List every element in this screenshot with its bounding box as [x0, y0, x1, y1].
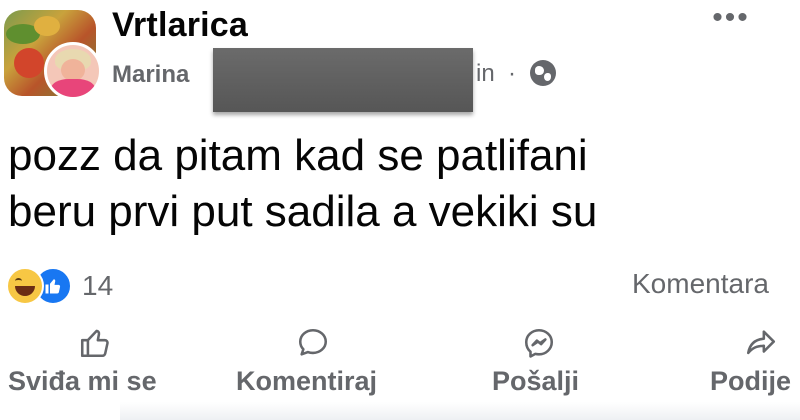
post-timestamp[interactable]: in [476, 60, 495, 88]
thumbs-up-icon [78, 326, 112, 360]
like-button[interactable]: Sviđa mi se [8, 322, 208, 402]
share-label: Podije [710, 366, 792, 396]
post-text: pozz da pitam kad se patlifani beru prvi… [8, 128, 788, 240]
post-text-line: beru prvi put sadila a vekiki su [8, 187, 598, 236]
reaction-count: 14 [82, 270, 114, 301]
tomato-shape [14, 48, 44, 78]
globe-icon [530, 60, 556, 86]
comments-count[interactable]: Komentara [632, 268, 769, 300]
comment-label: Komentiraj [236, 366, 378, 396]
user-avatar[interactable] [44, 42, 102, 100]
send-button[interactable]: Pošalji [492, 322, 612, 402]
action-bar: Sviđa mi se Komentiraj Pošalji Podije [0, 322, 800, 402]
avatar-shirt [51, 79, 95, 97]
post-text-line: pozz da pitam kad se patlifani [8, 131, 588, 180]
author-name[interactable]: Marina [112, 61, 189, 89]
reactions-summary[interactable]: 14 [6, 266, 113, 306]
messenger-icon [522, 326, 556, 360]
author-line: Marina [112, 58, 189, 92]
send-label: Pošalji [492, 366, 580, 396]
squash-shape [34, 16, 60, 36]
more-options-button[interactable]: ••• [708, 3, 754, 38]
comment-icon [296, 326, 330, 360]
like-label: Sviđa mi se [8, 366, 157, 396]
bottom-divider [120, 402, 800, 420]
share-button[interactable]: Podije [710, 322, 800, 402]
avatar-face [61, 59, 85, 81]
haha-icon [6, 267, 44, 305]
comment-button[interactable]: Komentiraj [236, 322, 416, 402]
share-icon [744, 326, 778, 360]
redaction-box [213, 48, 473, 112]
group-name[interactable]: Vrtlarica [112, 6, 248, 45]
separator-dot: · [508, 60, 516, 87]
